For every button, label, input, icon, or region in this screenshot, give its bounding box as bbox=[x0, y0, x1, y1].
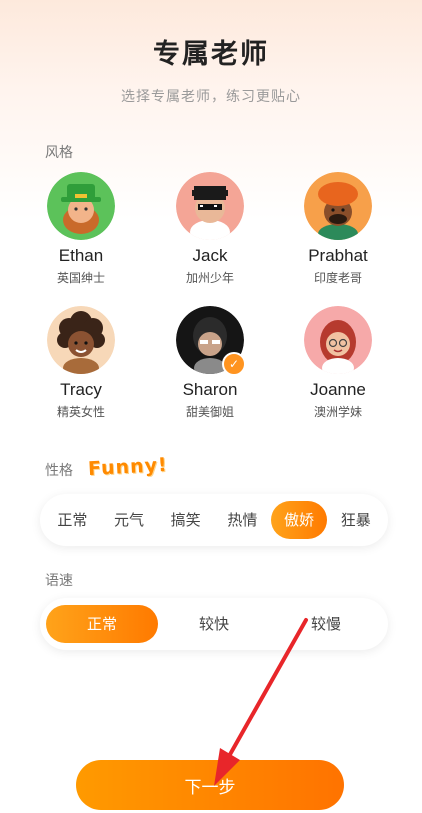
page-subtitle: 选择专属老师，练习更贴心 bbox=[121, 89, 301, 105]
personality-option-passionate[interactable]: 热情 bbox=[214, 501, 271, 539]
speed-option-normal[interactable]: 正常 bbox=[46, 605, 158, 643]
turban-avatar bbox=[304, 172, 372, 240]
leprechaun-avatar bbox=[47, 172, 115, 240]
personality-option-wild[interactable]: 狂暴 bbox=[327, 501, 384, 539]
pixel-glasses-avatar bbox=[176, 172, 244, 240]
teacher-card-ethan[interactable]: Ethan 英国绅士 bbox=[21, 172, 141, 286]
speed-section-label: 语速 bbox=[45, 573, 73, 589]
funny-badge: Funny! bbox=[87, 453, 169, 481]
teacher-desc: 加州少年 bbox=[185, 271, 234, 285]
page-title: 专属老师 bbox=[153, 39, 269, 70]
teacher-card-sharon[interactable]: ✓ Sharon 甜美御姐 bbox=[150, 306, 270, 420]
personality-option-funny[interactable]: 搞笑 bbox=[157, 501, 214, 539]
personality-option-energetic[interactable]: 元气 bbox=[101, 501, 158, 539]
teacher-name: Joanne bbox=[310, 380, 366, 399]
speed-option-slow[interactable]: 较慢 bbox=[270, 605, 382, 643]
teacher-card-prabhat[interactable]: Prabhat 印度老哥 bbox=[278, 172, 398, 286]
teacher-card-jack[interactable]: Jack 加州少年 bbox=[150, 172, 270, 286]
teacher-name: Ethan bbox=[58, 246, 104, 265]
personality-section-label: 性格 bbox=[45, 463, 73, 479]
dark-hair-avatar: ✓ bbox=[176, 306, 246, 376]
personality-option-normal[interactable]: 正常 bbox=[44, 501, 101, 539]
teacher-name: Tracy bbox=[60, 380, 102, 399]
teacher-desc: 甜美御姐 bbox=[185, 405, 234, 419]
style-section-label: 风格 bbox=[45, 145, 73, 161]
teacher-desc: 印度老哥 bbox=[313, 271, 362, 285]
teacher-desc: 英国绅士 bbox=[56, 271, 105, 285]
speed-options: 正常 较快 较慢 bbox=[40, 598, 388, 650]
selected-check-icon: ✓ bbox=[222, 352, 246, 376]
teacher-name: Jack bbox=[192, 246, 228, 265]
teacher-card-tracy[interactable]: Tracy 精英女性 bbox=[21, 306, 141, 420]
curly-hair-avatar bbox=[47, 306, 115, 374]
speed-option-fast[interactable]: 较快 bbox=[158, 605, 270, 643]
personality-option-tsundere[interactable]: 傲娇 bbox=[270, 501, 328, 539]
teacher-desc: 澳洲学妹 bbox=[313, 405, 362, 419]
red-hair-avatar bbox=[304, 306, 372, 374]
teacher-card-joanne[interactable]: Joanne 澳洲学妹 bbox=[278, 306, 398, 420]
personality-options: 正常 元气 搞笑 热情 傲娇 狂暴 bbox=[40, 494, 388, 546]
teacher-name: Sharon bbox=[182, 380, 238, 399]
next-button[interactable]: 下一步 bbox=[76, 760, 344, 810]
teacher-name: Prabhat bbox=[308, 246, 368, 265]
teacher-desc: 精英女性 bbox=[56, 405, 105, 419]
